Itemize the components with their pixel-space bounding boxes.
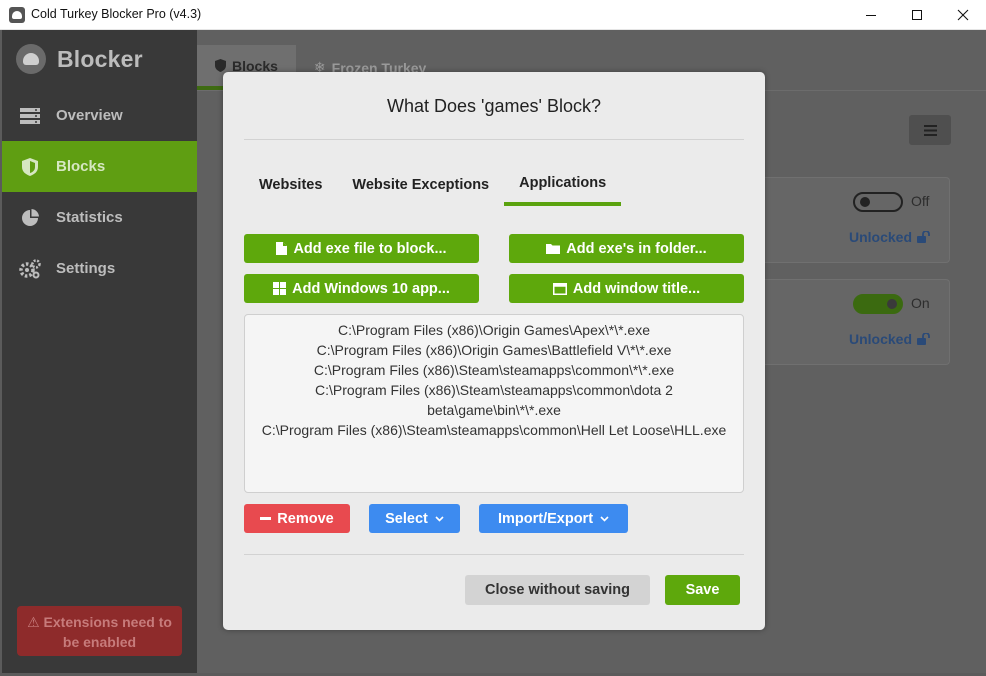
dialog-tabs: Websites Website Exceptions Applications [244, 164, 622, 206]
unlock-icon [917, 333, 930, 345]
minus-icon [260, 517, 272, 520]
list-item[interactable]: C:\Program Files (x86)\Steam\steamapps\c… [245, 360, 743, 380]
unlock-icon [917, 231, 930, 243]
sidebar-nav: Overview Blocks Statistics Settings [2, 90, 197, 294]
extensions-warning-text: Extensions need to be enabled [43, 614, 172, 650]
block-editor-dialog: What Does 'games' Block? Websites Websit… [223, 72, 765, 630]
minimize-icon [866, 15, 876, 16]
tab-websites[interactable]: Websites [244, 164, 337, 206]
sidebar: Blocker Overview Blocks Statistics Setti… [2, 30, 197, 673]
divider [244, 139, 744, 140]
divider [244, 554, 744, 555]
sidebar-item-blocks[interactable]: Blocks [2, 141, 197, 192]
list-item[interactable]: beta\game\bin\*\*.exe [245, 400, 743, 420]
select-dropdown-button[interactable]: Select [369, 504, 460, 533]
sidebar-item-label: Blocks [56, 158, 106, 175]
add-window-title-button[interactable]: Add window title... [509, 274, 744, 303]
add-folder-button[interactable]: Add exe's in folder... [509, 234, 744, 263]
lock-status-label: Unlocked [849, 229, 913, 245]
button-label: Add window title... [572, 280, 701, 297]
sidebar-item-label: Overview [56, 107, 123, 124]
app-icon [9, 7, 25, 23]
lock-status-link[interactable]: Unlocked [849, 229, 930, 245]
dialog-title: What Does 'games' Block? [387, 96, 601, 116]
gears-icon [19, 258, 41, 279]
title-bar: Cold Turkey Blocker Pro (v4.3) [0, 0, 986, 30]
close-icon [957, 9, 969, 21]
shield-icon [215, 59, 226, 72]
list-item[interactable]: C:\Program Files (x86)\Steam\steamapps\c… [245, 380, 743, 400]
button-label: Remove [277, 510, 334, 527]
maximize-button[interactable] [894, 0, 940, 30]
server-icon [19, 106, 41, 126]
window-title: Cold Turkey Blocker Pro (v4.3) [31, 7, 202, 21]
button-label: Add exe file to block... [293, 240, 447, 257]
list-item[interactable]: C:\Program Files (x86)\Origin Games\Batt… [245, 340, 743, 360]
block-card: On Unlocked [765, 279, 950, 365]
button-label: Import/Export [497, 510, 594, 527]
maximize-icon [912, 10, 922, 20]
chevron-down-icon [435, 515, 444, 522]
block-card: Off Unlocked [765, 177, 950, 263]
button-label: Select [385, 510, 428, 527]
pie-chart-icon [19, 208, 41, 228]
sidebar-item-label: Statistics [56, 209, 123, 226]
brand-title: Blocker [57, 45, 143, 72]
minimize-button[interactable] [848, 0, 894, 30]
sidebar-item-statistics[interactable]: Statistics [2, 192, 197, 243]
windows-icon [273, 282, 287, 295]
button-label: Add Windows 10 app... [292, 280, 450, 297]
hamburger-icon [923, 124, 937, 136]
sidebar-item-overview[interactable]: Overview [2, 90, 197, 141]
toggle-label: On [911, 295, 930, 311]
lock-status-link[interactable]: Unlocked [849, 331, 930, 347]
sidebar-item-label: Settings [56, 260, 116, 277]
block-toggle[interactable] [853, 294, 903, 314]
save-button[interactable]: Save [665, 575, 740, 605]
folder-icon [546, 244, 561, 254]
add-windows10-app-button[interactable]: Add Windows 10 app... [244, 274, 479, 303]
menu-button[interactable] [909, 115, 951, 145]
application-list[interactable]: C:\Program Files (x86)\Origin Games\Apex… [244, 314, 744, 493]
list-item[interactable]: C:\Program Files (x86)\Steam\steamapps\c… [245, 420, 743, 440]
warning-icon: ⚠ [27, 614, 44, 630]
import-export-dropdown-button[interactable]: Import/Export [479, 504, 628, 533]
tab-applications[interactable]: Applications [504, 164, 622, 206]
close-window-button[interactable] [940, 0, 986, 30]
chevron-down-icon [600, 515, 609, 522]
extensions-warning-button[interactable]: ⚠ Extensions need to be enabled [17, 606, 182, 656]
toggle-label: Off [911, 193, 930, 209]
turkey-logo-icon [16, 44, 46, 74]
button-label: Add exe's in folder... [566, 240, 707, 257]
shield-icon [19, 157, 41, 177]
remove-button[interactable]: Remove [244, 504, 350, 533]
block-toggle[interactable] [853, 192, 903, 212]
tab-website-exceptions[interactable]: Website Exceptions [337, 164, 504, 206]
sidebar-item-settings[interactable]: Settings [2, 243, 197, 294]
file-icon [276, 242, 288, 255]
add-exe-file-button[interactable]: Add exe file to block... [244, 234, 479, 263]
brand: Blocker [16, 44, 143, 74]
lock-status-label: Unlocked [849, 331, 913, 347]
window-icon [552, 282, 567, 295]
close-without-saving-button[interactable]: Close without saving [465, 575, 650, 605]
list-item[interactable]: C:\Program Files (x86)\Origin Games\Apex… [245, 320, 743, 340]
